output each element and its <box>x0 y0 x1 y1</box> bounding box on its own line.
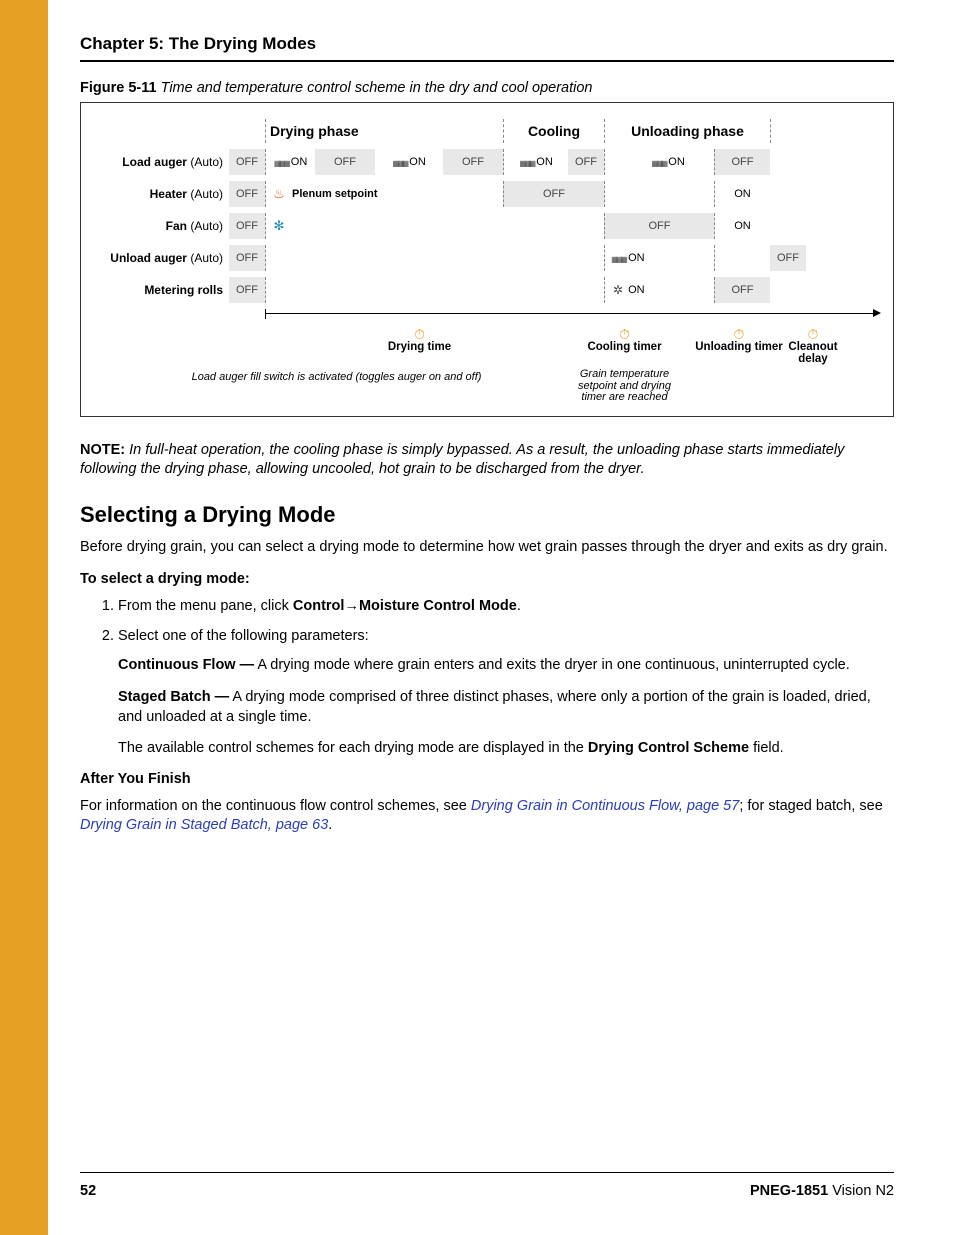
procedure-steps: From the menu pane, click Control→Moistu… <box>118 597 894 646</box>
cell-fan-on: ✻ <box>265 213 604 239</box>
cell: ON <box>503 149 568 175</box>
row-label-load-auger: Load auger (Auto) <box>99 149 229 175</box>
doc-id: PNEG-1851 Vision N2 <box>750 1183 894 1199</box>
figure-number: Figure 5-11 <box>80 80 157 96</box>
cell <box>714 245 770 271</box>
auger-icon <box>611 253 625 265</box>
row-label-metering: Metering rolls <box>99 277 229 303</box>
intro-paragraph: Before drying grain, you can select a dr… <box>80 538 894 558</box>
cell: OFF <box>568 149 604 175</box>
cell: OFF <box>315 149 375 175</box>
cell: OFF <box>770 245 806 271</box>
note-label: NOTE: <box>80 442 125 458</box>
timing-diagram: Drying phase Cooling Unloading phase Loa… <box>80 102 894 417</box>
cell <box>604 149 622 175</box>
accent-stripe <box>0 0 48 1235</box>
procedure-heading: To select a drying mode: <box>80 571 894 587</box>
cell: OFF <box>229 181 265 207</box>
gear-icon: ✲ <box>611 283 625 297</box>
cell: OFF <box>604 213 714 239</box>
cell: ON <box>714 181 770 207</box>
param-staged-batch: Staged Batch — A drying mode comprised o… <box>118 688 894 727</box>
after-you-finish-text: For information on the continuous flow c… <box>80 797 894 836</box>
cell: ON <box>604 245 714 271</box>
cell: ON <box>375 149 443 175</box>
stopwatch-icon: ⏱ <box>574 327 675 341</box>
cell: ✲ ON <box>604 277 714 303</box>
timer-unloading: ⏱ Unloading timer <box>693 323 785 365</box>
cell <box>604 181 714 207</box>
cell: ON <box>265 149 315 175</box>
stopwatch-icon: ⏱ <box>693 327 785 341</box>
page-number: 52 <box>80 1183 96 1199</box>
timeline-axis <box>265 313 877 323</box>
timer-cooling: ⏱ Cooling timer <box>574 323 675 365</box>
cell <box>770 213 806 239</box>
step-2: Select one of the following parameters: <box>118 627 894 647</box>
after-you-finish-heading: After You Finish <box>80 771 894 787</box>
cell <box>770 277 806 303</box>
phase-drying-header: Drying phase <box>265 119 503 143</box>
section-heading: Selecting a Drying Mode <box>80 502 894 528</box>
fan-icon: ✻ <box>272 218 286 234</box>
page-footer: 52 PNEG-1851 Vision N2 <box>80 1172 894 1199</box>
cell <box>265 245 604 271</box>
xref-staged-batch[interactable]: Drying Grain in Staged Batch, page 63 <box>80 817 328 833</box>
cell: OFF <box>714 277 770 303</box>
figure-caption: Figure 5-11 Time and temperature control… <box>80 80 894 96</box>
cell: ON <box>714 213 770 239</box>
stopwatch-icon: ⏱ <box>265 327 574 341</box>
figure-caption-text: Time and temperature control scheme in t… <box>161 80 593 96</box>
note-block: NOTE: In full-heat operation, the coolin… <box>80 441 894 480</box>
cell: OFF <box>229 245 265 271</box>
arrow-icon <box>873 309 881 317</box>
row-label-fan: Fan (Auto) <box>99 213 229 239</box>
flame-icon: ♨ <box>272 186 286 202</box>
cell: OFF <box>714 149 770 175</box>
cell: OFF <box>443 149 503 175</box>
auger-icon <box>651 157 665 169</box>
timer-cleanout: ⏱ Cleanout delay <box>785 323 841 365</box>
row-label-unload-auger: Unload auger (Auto) <box>99 245 229 271</box>
cell: OFF <box>229 213 265 239</box>
auger-icon <box>274 157 288 169</box>
param-available-schemes: The available control schemes for each d… <box>118 739 894 759</box>
stopwatch-icon: ⏱ <box>785 327 841 341</box>
phase-unloading-header: Unloading phase <box>604 119 770 143</box>
diagram-footnote-mid: Grain temperature setpoint and drying ti… <box>574 367 675 404</box>
cell: OFF <box>503 181 604 207</box>
cell <box>770 181 806 207</box>
param-continuous-flow: Continuous Flow — A drying mode where gr… <box>118 656 894 676</box>
auger-icon <box>392 157 406 169</box>
cell-plenum: ♨Plenum setpoint <box>265 181 503 207</box>
diagram-footnote-left: Load auger fill switch is activated (tog… <box>99 367 574 404</box>
cell: OFF <box>229 149 265 175</box>
cell <box>265 277 604 303</box>
step-1: From the menu pane, click Control→Moistu… <box>118 597 894 617</box>
cell <box>770 149 806 175</box>
xref-continuous-flow[interactable]: Drying Grain in Continuous Flow, page 57 <box>471 798 739 814</box>
cell: ON <box>622 149 714 175</box>
timer-drying: ⏱ Drying time <box>265 323 574 365</box>
note-text: In full-heat operation, the cooling phas… <box>80 442 844 478</box>
chapter-title: Chapter 5: The Drying Modes <box>80 34 894 62</box>
cell: OFF <box>229 277 265 303</box>
row-label-heater: Heater (Auto) <box>99 181 229 207</box>
phase-cooling-header: Cooling <box>503 119 604 143</box>
auger-icon <box>519 157 533 169</box>
